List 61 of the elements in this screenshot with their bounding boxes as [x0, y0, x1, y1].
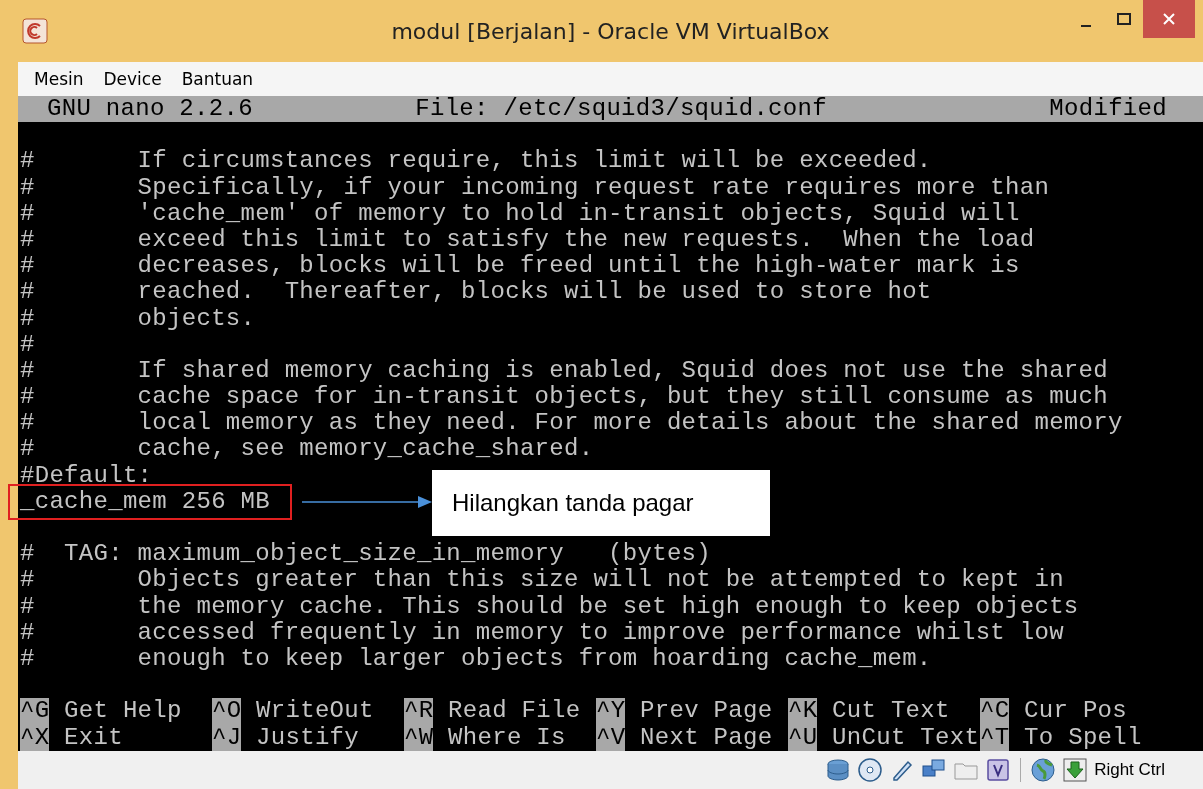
shortcut-key: ^K	[788, 698, 818, 725]
shortcut-label: Justify	[255, 724, 360, 751]
shortcut-label: Get Help	[63, 698, 182, 725]
shortcut-key: ^Y	[596, 698, 626, 725]
display-icon[interactable]	[985, 757, 1012, 783]
code-line: # Objects greater than this size will not be attempted to kept in	[20, 567, 1064, 594]
minimize-icon	[1081, 25, 1091, 27]
code-line: # Specifically, if your incoming request rate requires more than	[20, 174, 1050, 201]
code-line: #Default:	[20, 462, 153, 489]
host-key-label: Right Ctrl	[1094, 760, 1165, 780]
maximize-icon	[1117, 13, 1131, 25]
window-title: modul [Berjalan] - Oracle VM VirtualBox	[390, 18, 831, 44]
menu-item[interactable]: Device	[93, 69, 172, 89]
shortcut-label: Cur Pos	[1023, 698, 1128, 725]
code-line: # If circumstances require, this limit will be exceeded.	[20, 148, 932, 175]
shortcut-key: ^X	[20, 724, 50, 751]
code-line: # 'cache_mem' of memory to hold in-transit objects, Squid will	[20, 200, 1020, 227]
code-line: #	[20, 331, 35, 358]
callout-note: Hilangkan tanda pagar	[432, 469, 770, 536]
close-button[interactable]	[1143, 0, 1195, 38]
shortcut-key: ^T	[980, 724, 1010, 751]
shortcut-key: ^O	[212, 698, 242, 725]
shortcut-label: UnCut Text	[831, 724, 980, 751]
nano-version: GNU nano 2.2.6	[47, 96, 253, 123]
shortcut-label: Exit	[63, 724, 123, 751]
shortcut-key: ^U	[788, 724, 818, 751]
code-line: # decreases, blocks will be freed until the high-water mark is	[20, 253, 1020, 280]
code-line: # objects.	[20, 305, 256, 332]
close-icon	[1162, 12, 1176, 26]
hard-disk-icon[interactable]	[825, 757, 852, 783]
code-line: # If shared memory caching is enabled, Squid does not use the shared	[20, 357, 1108, 385]
code-line: # enough to keep larger objects from hoarding cache_mem.	[20, 645, 932, 673]
shortcut-key: ^C	[980, 698, 1010, 725]
code-line: # exceed this limit to satisfy the new requests. When the load	[20, 226, 1035, 254]
globe-icon[interactable]	[1030, 757, 1057, 783]
file-name: File: /etc/squid3/squid.conf	[415, 96, 827, 123]
menu-item[interactable]: Mesin	[24, 69, 94, 89]
shortcut-label: WriteOut	[255, 698, 374, 725]
app-icon	[22, 18, 48, 44]
code-line: # TAG: maximum_object_size_in_memory (bytes)	[20, 541, 711, 568]
modified-status: Modified	[1049, 96, 1167, 123]
shortcut-label: Read File	[447, 698, 581, 725]
code-line: # the memory cache. This should be set high enough to keep objects	[20, 593, 1079, 620]
shortcut-label: To Spell	[1023, 724, 1142, 751]
code-line: # cache space for in-transit objects, but they still consume as much	[20, 384, 1108, 411]
menu-item[interactable]: Bantuan	[171, 69, 264, 89]
shortcut-label: Cut Text	[831, 698, 950, 725]
shortcut-key: ^W	[404, 724, 434, 751]
shortcut-label: Where Is	[447, 724, 566, 751]
shortcut-key: ^J	[212, 724, 242, 751]
code-line: # accessed frequently in memory to improve performance whilst low	[20, 619, 1064, 646]
shortcut-label: Prev Page	[639, 698, 773, 725]
shortcut-key: ^G	[20, 698, 50, 725]
code-line: _cache_mem 256 MB	[20, 488, 270, 515]
code-line: # reached. Thereafter, blocks will be used to store hot	[20, 279, 932, 306]
code-line: # local memory as they need. For more details about the shared memory	[20, 410, 1123, 437]
optical-disc-icon[interactable]	[857, 757, 884, 783]
shortcut-key: ^R	[404, 698, 434, 725]
shortcut-key: ^V	[596, 724, 626, 751]
code-line: # cache, see memory_cache_shared.	[20, 436, 594, 463]
shortcut-label: Next Page	[639, 724, 773, 751]
